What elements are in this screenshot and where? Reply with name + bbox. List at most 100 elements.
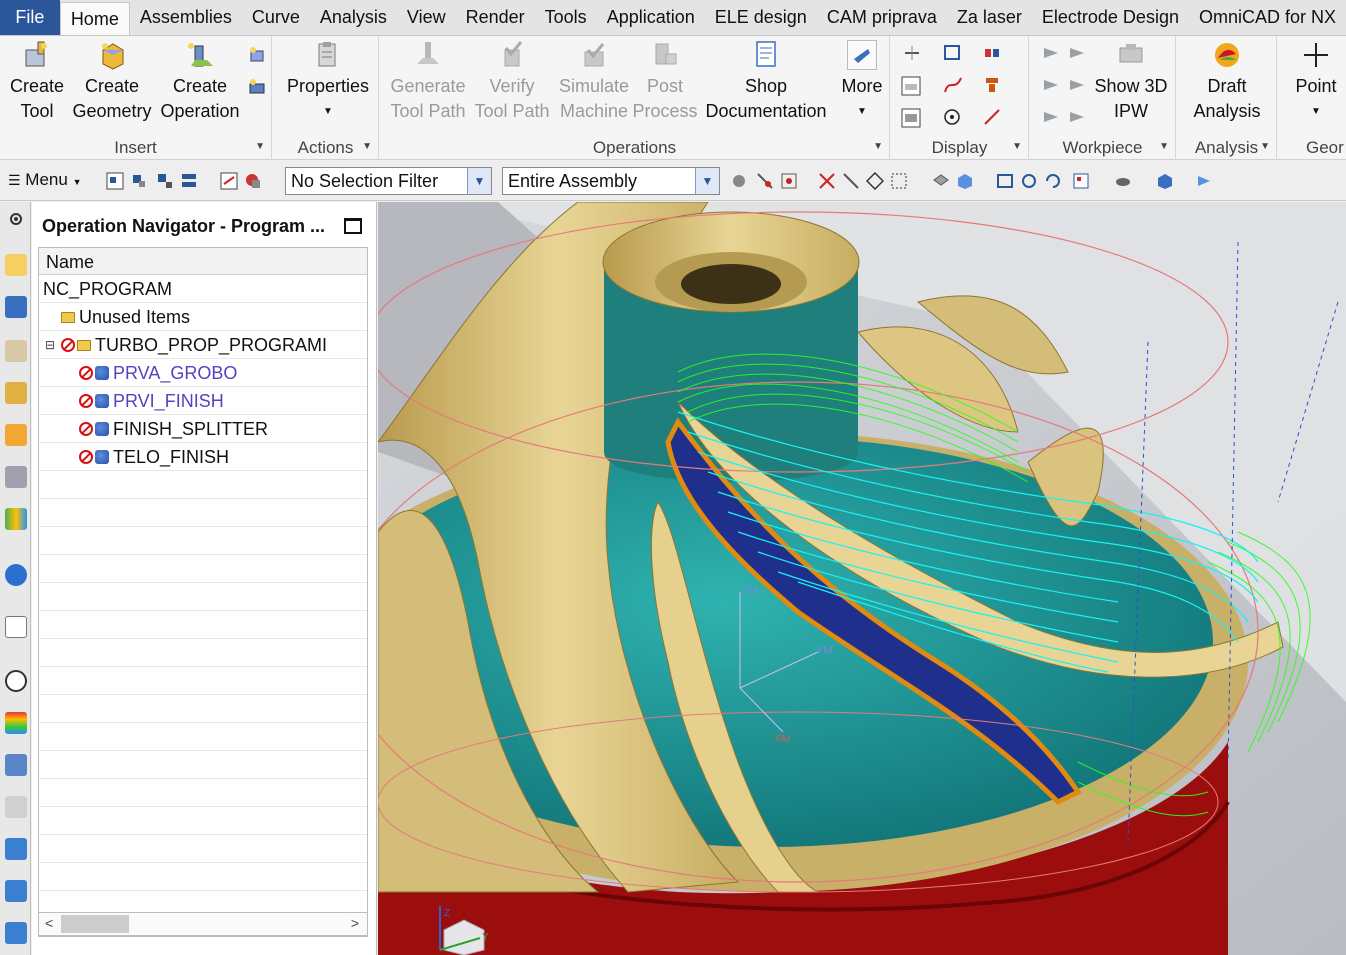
snap-icon-4[interactable] [818,172,836,190]
tab-electrode-design[interactable]: Electrode Design [1032,0,1189,35]
curve-icon[interactable] [943,76,963,94]
method-view-icon[interactable] [5,382,27,404]
chevron-down-icon[interactable]: ▼ [1159,141,1169,152]
view-icon-2[interactable] [956,172,974,190]
tree-row[interactable]: Unused Items [39,303,367,331]
view-icon-7[interactable] [1114,172,1132,190]
geometry-view-icon[interactable] [5,340,27,362]
folder-icon[interactable] [5,838,27,860]
scroll-thumb[interactable] [61,915,129,933]
more-button[interactable]: More ▼ [838,40,886,124]
select-icon-5[interactable] [220,172,238,190]
tab-tools[interactable]: Tools [535,0,597,35]
selection-filter-dropdown[interactable]: No Selection Filter ▼ [285,167,492,195]
view-icon-4[interactable] [1020,172,1038,190]
tab-application[interactable]: Application [597,0,705,35]
shop-documentation-button[interactable]: Shop Documentation [702,40,830,124]
scroll-left-icon[interactable]: < [45,915,53,931]
display-icon-2[interactable] [943,44,963,62]
view-icon-6[interactable] [1072,172,1090,190]
tab-curve[interactable]: Curve [242,0,310,35]
target-icon[interactable] [943,108,963,126]
view-icon-3[interactable] [996,172,1014,190]
tab-za-laser[interactable]: Za laser [947,0,1032,35]
select-icon-1[interactable] [106,172,124,190]
create-tool-button[interactable]: Create Tool [6,40,68,124]
snap-icon-7[interactable] [890,172,908,190]
history-clock-icon[interactable] [5,670,27,692]
generate-tool-path-button[interactable]: Generate Tool Path [388,40,468,124]
reuse-library-icon[interactable] [5,424,27,446]
tree-row[interactable]: PRVI_FINISH [39,387,367,415]
verify-tool-path-button[interactable]: Verify Tool Path [472,40,552,124]
tab-analysis[interactable]: Analysis [310,0,397,35]
chevron-down-icon[interactable]: ▼ [873,141,883,152]
workpiece-icon-3[interactable] [1042,76,1062,94]
assembly-navigator-icon[interactable] [5,466,27,488]
snap-icon-6[interactable] [865,171,885,191]
workpiece-icon-5[interactable] [1042,108,1062,126]
chevron-down-icon[interactable]: ▼ [255,141,265,152]
simulate-machine-button[interactable]: Simulate Machine [554,40,634,124]
tab-omnicad[interactable]: OmniCAD for NX [1189,0,1346,35]
tree-row[interactable]: FINISH_SPLITTER [39,415,367,443]
display-icon-9[interactable] [983,108,1003,126]
tool-library-icon[interactable] [5,754,27,776]
tree-row[interactable]: NC_PROGRAM [39,275,367,303]
workpiece-icon-6[interactable] [1068,108,1088,126]
machine-tool-icon[interactable] [5,296,27,318]
draft-analysis-button[interactable]: Draft Analysis [1183,40,1271,124]
scroll-right-icon[interactable]: > [351,915,359,931]
properties-button[interactable]: Properties ▼ [283,40,373,124]
tab-home[interactable]: Home [59,2,130,35]
snap-icon-5[interactable] [842,172,860,190]
workpiece-icon-4[interactable] [1068,76,1088,94]
tab-cam-priprava[interactable]: CAM priprava [817,0,947,35]
snap-icon-2[interactable] [756,172,774,190]
collapse-toggle[interactable]: ⊟ [45,331,55,359]
tab-view[interactable]: View [397,0,456,35]
tab-assemblies[interactable]: Assemblies [130,0,242,35]
tree-row[interactable]: ⊟ TURBO_PROP_PROGRAMI [39,331,367,359]
display-icon-3[interactable] [983,44,1003,62]
menu-button[interactable]: ☰ Menu ▼ [8,170,81,190]
rotate-icon[interactable] [1044,172,1062,190]
maximize-icon[interactable] [344,218,362,234]
chevron-down-icon[interactable]: ▼ [362,141,372,152]
post-process-button[interactable]: Post Process [632,40,698,124]
select-icon-6[interactable] [244,172,262,190]
info-icon[interactable] [5,564,27,586]
create-operation-button[interactable]: Create Operation [156,40,244,124]
name-column-header[interactable]: Name [39,248,367,275]
chevron-down-icon[interactable]: ▼ [1260,141,1270,152]
palette-icon[interactable] [5,712,27,734]
snap-icon-3[interactable] [780,172,798,190]
horizontal-scrollbar[interactable]: < > [38,912,368,936]
workpiece-icon-2[interactable] [1068,44,1088,62]
display-icon-6[interactable] [983,76,1003,94]
view-icon-8[interactable] [1156,172,1174,190]
display-icon-4[interactable] [901,76,921,96]
view-icon-1[interactable] [932,172,950,190]
tree-row[interactable]: PRVA_GROBO [39,359,367,387]
select-icon-4[interactable] [180,172,198,190]
machine-library-icon[interactable] [5,796,27,818]
snap-icon-1[interactable] [730,172,748,190]
graphics-window[interactable]: ZM YM XM Z Y [378,202,1346,955]
program-order-icon[interactable] [5,254,27,276]
select-icon-3[interactable] [156,172,174,190]
point-button[interactable]: Point ▼ [1286,40,1346,124]
small-insert-icon-1[interactable] [248,46,268,64]
display-icon-1[interactable] [903,44,923,62]
gear-icon[interactable] [5,208,27,230]
view-icon-9[interactable] [1196,172,1214,190]
tree-row[interactable]: TELO_FINISH [39,443,367,471]
small-insert-icon-2[interactable] [248,78,268,96]
display-icon-7[interactable] [901,108,921,128]
tab-ele-design[interactable]: ELE design [705,0,817,35]
web-browser-icon[interactable] [5,616,27,638]
roles-icon[interactable] [5,508,27,530]
create-geometry-button[interactable]: Create Geometry [70,40,154,124]
file-tab[interactable]: File [0,0,60,35]
folder-icon[interactable] [5,880,27,902]
